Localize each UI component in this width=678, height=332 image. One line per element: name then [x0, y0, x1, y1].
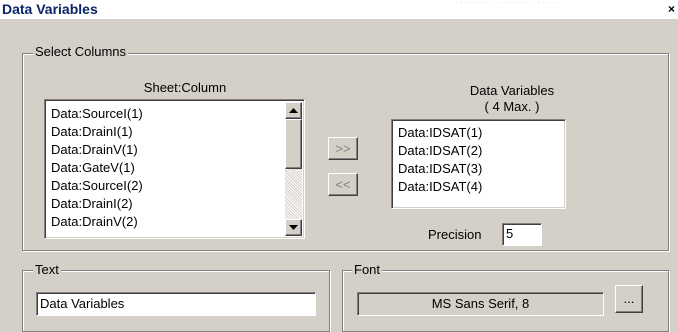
list-item[interactable]: Data:IDSAT(3) [394, 160, 562, 178]
list-item[interactable]: Data:IDSAT(2) [394, 142, 562, 160]
list-item[interactable]: Data:IDSAT(4) [394, 178, 562, 196]
sheet-column-listbox[interactable]: Data:SourceI(1) Data:DrainI(1) Data:Drai… [44, 99, 305, 239]
scrollbar-thumb[interactable] [285, 119, 302, 169]
font-display: MS Sans Serif, 8 [357, 292, 604, 316]
list-item[interactable]: Data:GateV(1) [47, 159, 284, 177]
sheet-column-list: Data:SourceI(1) Data:DrainI(1) Data:Drai… [47, 105, 284, 231]
list-item[interactable]: Data:SourceI(2) [47, 177, 284, 195]
precision-label: Precision [428, 227, 482, 242]
list-item[interactable]: Data:DrainV(1) [47, 141, 284, 159]
data-variables-listbox[interactable]: Data:IDSAT(1) Data:IDSAT(2) Data:IDSAT(3… [391, 119, 566, 209]
close-icon[interactable]: × [665, 3, 678, 16]
scroll-up-arrow-icon[interactable] [285, 102, 302, 119]
background-window-text: ........ ........ ...... [455, 0, 670, 3]
data-variables-label: Data Variables [469, 83, 555, 98]
list-item[interactable]: Data:DrainI(1) [47, 123, 284, 141]
window-title: Data Variables [2, 1, 98, 17]
scroll-down-arrow-icon[interactable] [285, 219, 302, 236]
max-variables-label: ( 4 Max. ) [484, 99, 540, 114]
title-bar: Data Variables ........ ........ ...... … [0, 0, 678, 19]
sheet-column-label: Sheet:Column [143, 80, 227, 95]
font-value: MS Sans Serif, 8 [431, 296, 530, 311]
font-legend: Font [352, 262, 383, 277]
text-legend: Text [33, 262, 61, 277]
data-variables-list: Data:IDSAT(1) Data:IDSAT(2) Data:IDSAT(3… [394, 124, 562, 196]
list-item[interactable]: Data:DrainI(2) [47, 195, 284, 213]
list-item[interactable]: Data:SourceI(1) [47, 105, 284, 123]
text-input[interactable]: Data Variables [36, 292, 316, 316]
list-item[interactable]: Data:IDSAT(1) [394, 124, 562, 142]
font-browse-button[interactable]: ... [615, 285, 643, 313]
select-columns-legend: Select Columns [33, 44, 129, 59]
sheet-list-scrollbar[interactable] [285, 102, 302, 236]
add-variable-button[interactable]: >> [328, 137, 358, 160]
remove-variable-button[interactable]: << [328, 173, 358, 196]
list-item[interactable]: Data:DrainV(2) [47, 213, 284, 231]
precision-input[interactable]: 5 [502, 223, 542, 246]
